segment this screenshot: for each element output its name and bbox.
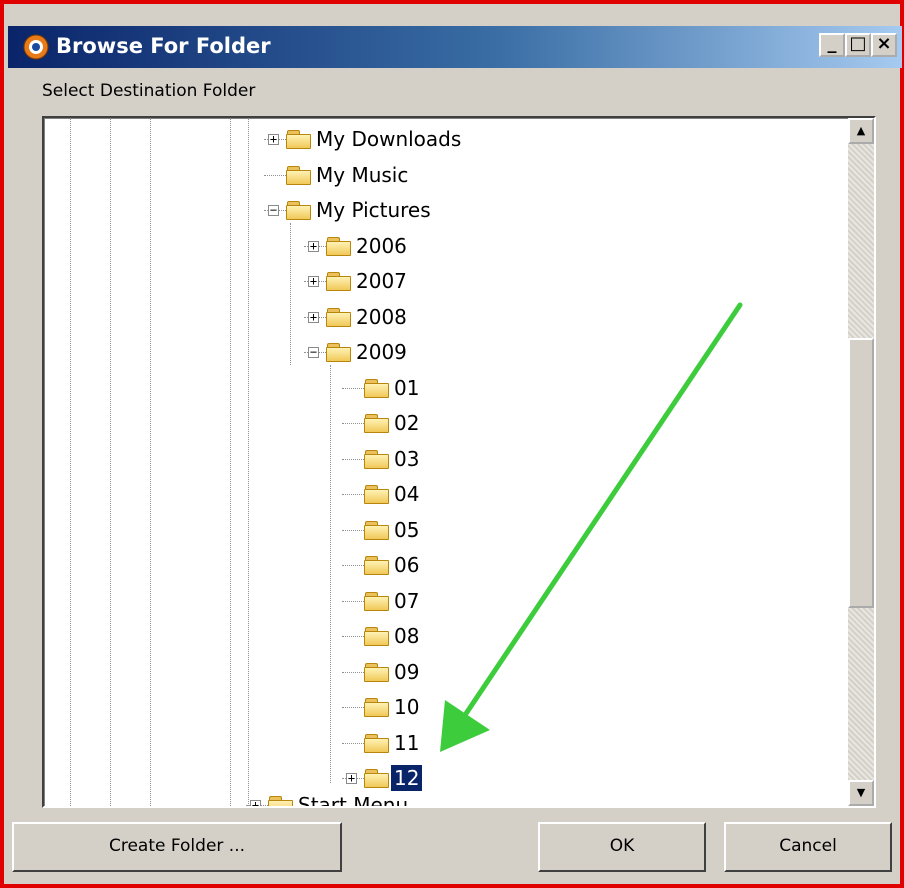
folder-icon xyxy=(364,378,390,399)
expand-toggle-icon[interactable]: + xyxy=(268,133,279,145)
expand-toggle-icon[interactable]: + xyxy=(250,799,261,806)
tree-connector xyxy=(342,423,364,424)
tree-item-label[interactable]: 12 xyxy=(391,765,423,791)
maximize-button[interactable]: □ xyxy=(845,33,871,57)
tree-connector xyxy=(342,565,364,566)
tree-guide-line xyxy=(150,118,151,806)
tree-item-label[interactable]: 2006 xyxy=(353,233,410,259)
tree-guide-line xyxy=(330,365,331,783)
tree-guide-line xyxy=(248,118,249,806)
tree-item-label[interactable]: 07 xyxy=(391,588,422,614)
folder-icon xyxy=(364,485,390,505)
folder-icon xyxy=(364,556,390,576)
tree-connector xyxy=(342,529,364,531)
tree-connector xyxy=(342,671,364,673)
tree-guide-line xyxy=(110,118,111,806)
tree-item-label[interactable]: My Music xyxy=(313,162,411,188)
minimize-button[interactable]: _ xyxy=(819,33,845,57)
tree-item-label[interactable]: 2009 xyxy=(353,339,410,365)
collapse-toggle-icon[interactable]: − xyxy=(308,346,319,358)
tree-item-label[interactable]: Start Menu xyxy=(295,792,411,806)
tree-connector xyxy=(342,458,364,460)
scroll-up-arrow-icon[interactable]: ▲ xyxy=(848,118,874,144)
app-eye-icon xyxy=(23,34,49,60)
ok-button[interactable]: OK xyxy=(538,822,706,872)
tree-item-label[interactable]: 03 xyxy=(391,446,422,472)
vertical-scrollbar[interactable]: ▲ ▼ xyxy=(848,118,874,806)
tree-connector xyxy=(342,600,364,602)
folder-icon xyxy=(364,627,390,647)
tree-item-label[interactable]: My Downloads xyxy=(313,126,464,152)
folder-icon xyxy=(326,343,352,363)
tree-connector xyxy=(342,387,364,389)
window-title: Browse For Folder xyxy=(56,34,271,58)
folder-icon xyxy=(326,307,352,328)
tree-item-label[interactable]: 2007 xyxy=(353,268,410,294)
folder-icon xyxy=(268,796,294,806)
dialog-window: Browse For Folder _ □ × Select Destinati… xyxy=(0,0,904,888)
folder-tree[interactable]: ▲ ▼ + My Downloads My Music − My Pictures +20… xyxy=(42,116,876,808)
tree-guide-line xyxy=(230,118,231,806)
folder-icon xyxy=(286,201,312,221)
tree-item-label[interactable]: My Pictures xyxy=(313,197,434,223)
tree-item-label[interactable]: 10 xyxy=(391,694,422,720)
expand-toggle-icon[interactable]: + xyxy=(308,311,319,323)
folder-icon xyxy=(364,520,390,541)
title-bar[interactable]: Browse For Folder _ □ × xyxy=(8,26,902,68)
folder-icon xyxy=(326,236,352,257)
tree-connector xyxy=(264,174,286,176)
scroll-thumb[interactable] xyxy=(848,338,874,608)
tree-guide-line xyxy=(290,223,291,365)
tree-connector xyxy=(342,707,364,708)
folder-icon xyxy=(364,662,390,683)
tree-guide-line xyxy=(70,118,71,806)
expand-toggle-icon[interactable]: + xyxy=(308,275,319,287)
folder-icon xyxy=(326,272,352,292)
close-button[interactable]: × xyxy=(871,33,897,57)
tree-item-label[interactable]: 06 xyxy=(391,552,422,578)
cancel-button[interactable]: Cancel xyxy=(724,822,892,872)
tree-item-label[interactable]: 11 xyxy=(391,730,422,756)
create-folder-button[interactable]: Create Folder ... xyxy=(12,822,342,872)
tree-item-label[interactable]: 2008 xyxy=(353,304,410,330)
folder-icon xyxy=(364,414,390,434)
tree-item-label[interactable]: 08 xyxy=(391,623,422,649)
tree-item-label[interactable]: 09 xyxy=(391,659,422,685)
tree-item-label[interactable]: 02 xyxy=(391,410,422,436)
tree-connector xyxy=(342,742,364,744)
tree-item-label[interactable]: 04 xyxy=(391,481,422,507)
folder-icon xyxy=(364,591,390,612)
tree-item-label[interactable]: 01 xyxy=(391,375,422,401)
folder-icon xyxy=(286,130,312,150)
dialog-prompt: Select Destination Folder xyxy=(42,81,256,101)
tree-item-label[interactable]: 05 xyxy=(391,517,422,543)
tree-connector xyxy=(342,636,364,637)
expand-toggle-icon[interactable]: + xyxy=(346,772,357,784)
expand-toggle-icon[interactable]: + xyxy=(308,240,319,252)
scroll-down-arrow-icon[interactable]: ▼ xyxy=(848,780,874,806)
folder-icon xyxy=(364,733,390,754)
folder-icon xyxy=(364,449,390,470)
folder-icon xyxy=(364,698,390,718)
folder-icon xyxy=(286,165,312,186)
folder-icon xyxy=(364,769,390,789)
tree-connector xyxy=(342,494,364,495)
collapse-toggle-icon[interactable]: − xyxy=(268,204,279,216)
